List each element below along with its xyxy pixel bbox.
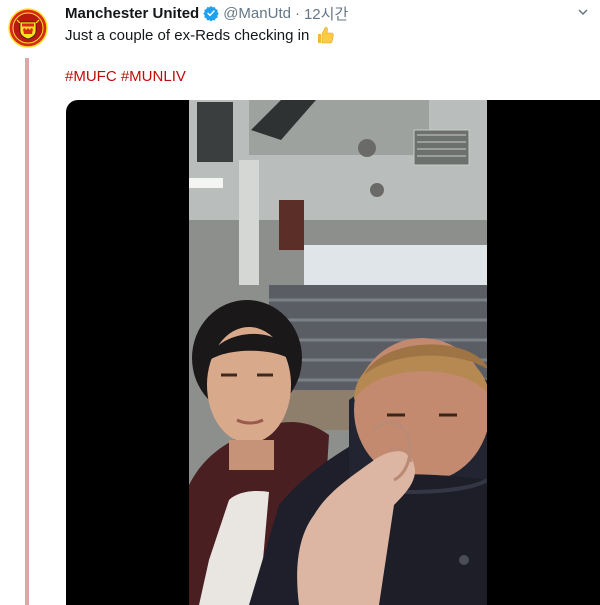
thumbs-up-icon bbox=[315, 25, 335, 45]
video-still-image bbox=[189, 100, 487, 605]
tweet-text: Just a couple of ex-Reds checking in bbox=[65, 25, 335, 45]
chevron-down-icon[interactable] bbox=[576, 5, 590, 19]
tweet-timestamp[interactable]: 12시간 bbox=[304, 3, 348, 24]
separator-dot: · bbox=[294, 4, 300, 22]
author-name[interactable]: Manchester United bbox=[65, 5, 199, 22]
manchester-united-crest-logo bbox=[8, 8, 48, 48]
tweet-header: Manchester United @ManUtd · 12시간 bbox=[65, 3, 348, 23]
avatar[interactable] bbox=[8, 8, 48, 48]
hashtag-list: #MUFC #MUNLIV bbox=[65, 68, 186, 85]
hashtag-link[interactable]: #MUFC bbox=[65, 68, 117, 85]
thread-connector-line bbox=[25, 58, 29, 605]
author-handle[interactable]: @ManUtd bbox=[223, 5, 291, 22]
video-player[interactable] bbox=[66, 100, 600, 605]
hashtag-link[interactable]: #MUNLIV bbox=[121, 68, 186, 85]
verified-badge-icon bbox=[203, 5, 219, 21]
video-frame[interactable] bbox=[189, 100, 487, 605]
tweet-body-text: Just a couple of ex-Reds checking in bbox=[65, 26, 310, 44]
